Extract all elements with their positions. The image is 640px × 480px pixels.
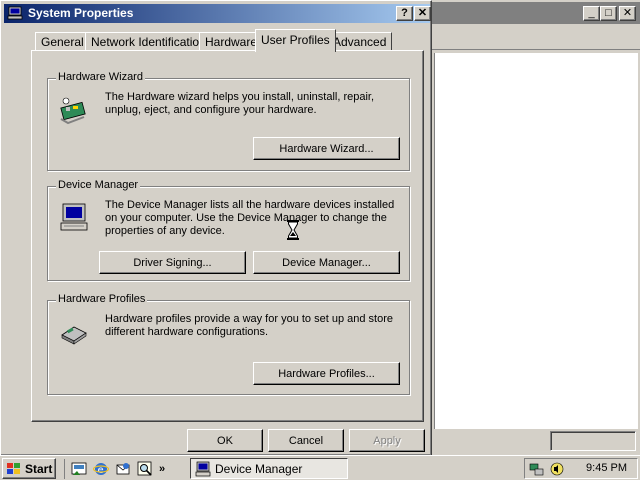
status-segment	[550, 431, 636, 451]
details-pane	[434, 53, 638, 429]
device-manager-title: Device Manager	[56, 179, 141, 191]
tab-general[interactable]: General	[35, 32, 90, 51]
help-button[interactable]: ?	[396, 6, 413, 21]
taskbar-button-device-manager[interactable]: Device Manager	[190, 458, 348, 479]
internet-explorer-icon[interactable]: e	[93, 461, 109, 477]
network-tray-icon[interactable]	[529, 461, 545, 477]
hourglass-cursor-icon	[287, 220, 299, 240]
taskbar-button-label: Device Manager	[215, 461, 303, 476]
device-manager-task-icon	[195, 461, 211, 476]
tab-advanced[interactable]: Advanced	[327, 32, 393, 51]
device-manager-group: Device Manager The Device Manager lists …	[47, 179, 410, 281]
start-label: Start	[25, 461, 53, 476]
device-manager-button[interactable]: Device Manager...	[253, 251, 400, 274]
minimize-button[interactable]: _	[583, 6, 600, 21]
hardware-profiles-title: Hardware Profiles	[56, 293, 148, 305]
dialog-title: System Properties	[28, 6, 134, 20]
hardware-wizard-icon	[60, 97, 86, 125]
windows-logo-icon	[7, 462, 20, 474]
hardware-wizard-group: Hardware Wizard The Hardware wizard help…	[47, 71, 410, 171]
hardware-profiles-group: Hardware Profiles Hardware profiles prov…	[47, 293, 410, 395]
tab-user-profiles[interactable]: User Profiles	[255, 29, 336, 52]
quick-launch: e »	[64, 459, 165, 479]
clock: 9:45 PM	[586, 462, 627, 474]
show-desktop-icon[interactable]	[71, 461, 87, 477]
hardware-wizard-button[interactable]: Hardware Wizard...	[253, 137, 400, 160]
tab-network-identification[interactable]: Network Identification	[85, 32, 212, 51]
dialog-titlebar[interactable]: System Properties ? ✕	[4, 4, 431, 23]
cancel-button[interactable]: Cancel	[268, 429, 344, 452]
hardware-profiles-icon	[61, 326, 87, 345]
system-tray: 9:45 PM	[524, 458, 638, 479]
hardware-profiles-description: Hardware profiles provide a way for you …	[105, 313, 393, 338]
hardware-wizard-description: The Hardware wizard helps you install, u…	[105, 91, 375, 116]
apply-button[interactable]: Apply	[349, 429, 425, 452]
hardware-profiles-button[interactable]: Hardware Profiles...	[253, 362, 400, 385]
taskbar: Start e » Device Manager 9:45 PM	[0, 455, 640, 480]
driver-signing-button[interactable]: Driver Signing...	[99, 251, 246, 274]
computer-icon	[7, 6, 23, 20]
ok-button[interactable]: OK	[187, 429, 263, 452]
close-button[interactable]: ✕	[414, 6, 431, 21]
system-properties-dialog: System Properties ? ✕ General Network Id…	[0, 0, 432, 456]
start-button[interactable]: Start	[2, 458, 56, 479]
bg-close-button[interactable]: ✕	[619, 6, 636, 21]
maximize-button[interactable]: □	[600, 6, 617, 21]
volume-tray-icon[interactable]	[549, 461, 565, 477]
hardware-wizard-title: Hardware Wizard	[56, 71, 145, 83]
quick-launch-more-icon[interactable]: »	[159, 463, 165, 475]
tab-panel: Hardware Wizard The Hardware wizard help…	[31, 50, 424, 422]
search-icon[interactable]	[137, 461, 153, 477]
outlook-express-icon[interactable]	[115, 461, 131, 477]
tab-hardware[interactable]: Hardware	[199, 32, 264, 51]
device-manager-icon	[60, 203, 88, 231]
device-manager-description: The Device Manager lists all the hardwar…	[105, 199, 395, 237]
